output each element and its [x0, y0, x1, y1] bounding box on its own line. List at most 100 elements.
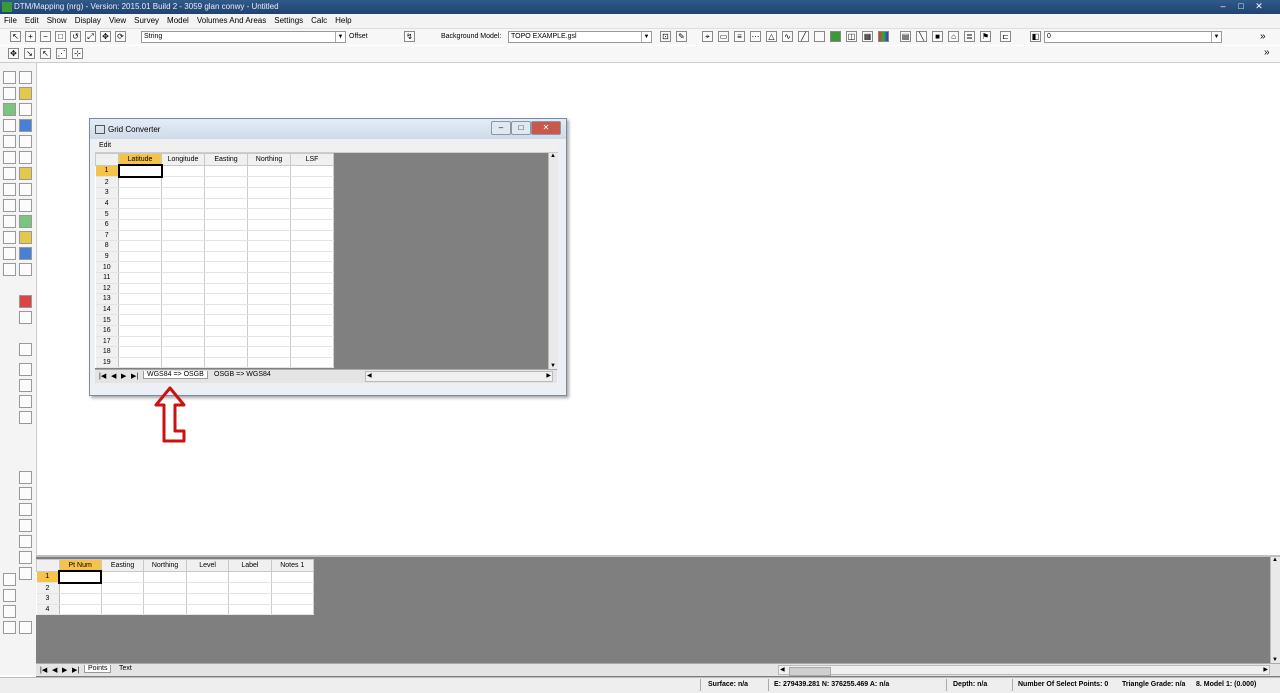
col-notes-1[interactable]: Notes 1 — [270, 559, 315, 572]
row-header[interactable]: 19 — [95, 357, 119, 369]
zoom-window-icon[interactable]: □ — [55, 31, 66, 42]
table-cell[interactable] — [204, 240, 248, 252]
globe-icon[interactable] — [19, 247, 32, 260]
table-cell[interactable] — [143, 571, 187, 584]
string-tool-icon[interactable]: ↯ — [404, 31, 415, 42]
redraw-icon[interactable]: ⟳ — [115, 31, 126, 42]
row-header[interactable]: 2 — [95, 176, 119, 189]
table-cell[interactable] — [247, 346, 291, 358]
curve-icon[interactable] — [3, 199, 16, 212]
extend-icon[interactable] — [19, 183, 32, 196]
table-cell[interactable] — [247, 176, 291, 189]
table-cell[interactable] — [118, 219, 162, 231]
table-cell[interactable] — [247, 219, 291, 231]
profile-tool-icon[interactable]: ≡ — [734, 31, 745, 42]
table-cell[interactable] — [290, 198, 334, 210]
col-level[interactable]: Level — [185, 559, 230, 572]
cross-icon[interactable] — [3, 263, 16, 276]
table-cell[interactable] — [204, 208, 248, 220]
row-header[interactable]: 1 — [95, 165, 119, 178]
table-cell[interactable] — [290, 325, 334, 337]
select-arrow-icon[interactable]: ↖ — [10, 31, 21, 42]
table-cell[interactable] — [247, 187, 291, 199]
row-header[interactable]: 4 — [36, 604, 60, 616]
table-cell[interactable] — [290, 304, 334, 316]
table-cell[interactable] — [204, 357, 248, 369]
cursor-icon[interactable]: ↖ — [40, 48, 51, 59]
line-tool-icon[interactable]: ╲ — [916, 31, 927, 42]
col-northing[interactable]: Northing — [247, 153, 291, 166]
table-cell[interactable] — [204, 283, 248, 295]
scroll-thumb[interactable] — [789, 667, 831, 676]
split-icon[interactable] — [3, 247, 16, 260]
col-lsf[interactable]: LSF — [290, 153, 334, 166]
pencil-icon[interactable] — [3, 151, 16, 164]
table-cell[interactable] — [161, 261, 205, 273]
scroll-left-icon[interactable]: ◀ — [367, 372, 372, 379]
table-cell[interactable] — [118, 240, 162, 252]
zoom-extents-icon[interactable]: ⤢ — [85, 31, 96, 42]
table-cell[interactable] — [59, 604, 102, 616]
table-cell[interactable] — [204, 346, 248, 358]
info-icon[interactable] — [19, 263, 32, 276]
table-cell[interactable] — [204, 198, 248, 210]
corner-cell[interactable] — [36, 559, 60, 572]
table-cell[interactable] — [204, 219, 248, 231]
palette-icon[interactable] — [878, 31, 889, 42]
section-tool-icon[interactable]: ▭ — [718, 31, 729, 42]
table-cell[interactable] — [161, 314, 205, 326]
table-cell[interactable] — [143, 593, 187, 605]
rotate-icon[interactable] — [3, 119, 16, 132]
table-cell[interactable] — [161, 346, 205, 358]
background-model-combo[interactable]: TOPO EXAMPLE.gsl ▼ — [508, 31, 652, 43]
row-header[interactable]: 15 — [95, 314, 119, 326]
row-header[interactable]: 9 — [95, 251, 119, 263]
menu-view[interactable]: View — [105, 14, 130, 28]
table-cell[interactable] — [118, 346, 162, 358]
table-cell[interactable] — [186, 571, 230, 584]
table-cell[interactable] — [290, 283, 334, 295]
table-cell[interactable] — [101, 593, 145, 605]
triangle-tool-icon[interactable]: △ — [766, 31, 777, 42]
frame-icon[interactable] — [19, 519, 32, 532]
row-header[interactable]: 12 — [95, 283, 119, 295]
table-cell[interactable] — [117, 164, 163, 178]
table-cell[interactable] — [204, 165, 248, 178]
close-button[interactable]: ✕ — [531, 121, 561, 135]
table-cell[interactable] — [290, 187, 334, 199]
menu-model[interactable]: Model — [163, 14, 193, 28]
edit-tool-icon[interactable] — [3, 621, 16, 634]
table-cell[interactable] — [58, 570, 103, 584]
table-cell[interactable] — [247, 261, 291, 273]
next-sheet-button[interactable]: ▶ — [121, 372, 126, 380]
tab-points[interactable]: Points — [84, 665, 112, 673]
row-header[interactable]: 17 — [95, 336, 119, 348]
frame-tool-icon[interactable]: ⊏ — [1000, 31, 1011, 42]
pan-icon[interactable]: ✥ — [100, 31, 111, 42]
table-cell[interactable] — [290, 251, 334, 263]
layer-stack-icon[interactable] — [19, 231, 32, 244]
toolbar-overflow-icon[interactable]: » — [1260, 31, 1266, 42]
tab-wgs84-to-osgb[interactable]: WGS84 => OSGB — [143, 371, 208, 379]
table-cell[interactable] — [247, 325, 291, 337]
table-cell[interactable] — [271, 604, 315, 616]
table-cell[interactable] — [161, 208, 205, 220]
table-cell[interactable] — [143, 604, 187, 616]
col-northing[interactable]: Northing — [143, 559, 187, 572]
table-cell[interactable] — [290, 336, 334, 348]
move-tool-icon[interactable] — [3, 605, 16, 618]
text-tool-icon[interactable]: ≣ — [964, 31, 975, 42]
layer-combo[interactable]: 0 ▼ — [1044, 31, 1222, 43]
table-cell[interactable] — [186, 582, 230, 595]
row-header[interactable]: 8 — [95, 240, 119, 252]
prev-sheet-button[interactable]: ◀ — [111, 372, 116, 380]
row-header[interactable]: 6 — [95, 219, 119, 231]
table-cell[interactable] — [101, 571, 145, 584]
table-cell[interactable] — [161, 325, 205, 337]
row-header[interactable]: 11 — [95, 272, 119, 284]
table-cell[interactable] — [161, 304, 205, 316]
col-label[interactable]: Label — [228, 559, 272, 572]
scroll-left-icon[interactable]: ◀ — [780, 666, 785, 673]
table-cell[interactable] — [161, 293, 205, 305]
row-header[interactable]: 3 — [36, 593, 60, 605]
